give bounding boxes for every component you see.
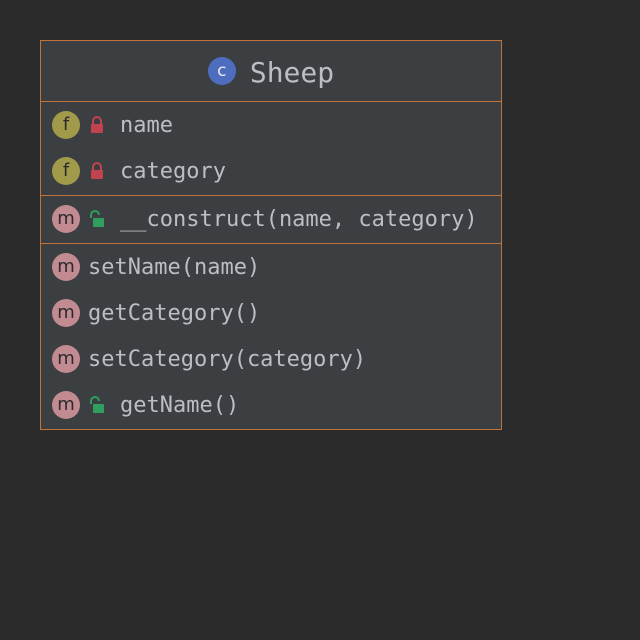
field-label: category	[120, 158, 226, 184]
method-badge-icon: m	[52, 205, 80, 233]
field-row[interactable]: f name	[41, 102, 501, 148]
class-header[interactable]: c Sheep	[41, 41, 501, 101]
class-badge-icon: c	[207, 57, 236, 85]
method-label: getName()	[120, 392, 240, 418]
lock-open-icon	[90, 210, 104, 227]
constructor-row[interactable]: m __construct(name, category)	[41, 196, 501, 242]
class-name: Sheep	[249, 55, 335, 89]
method-badge-icon: m	[52, 299, 80, 327]
lock-closed-icon	[91, 162, 103, 179]
method-row[interactable]: m getName()	[41, 382, 501, 428]
method-row[interactable]: m setCategory(category)	[41, 336, 501, 382]
method-row[interactable]: m getCategory()	[41, 290, 501, 336]
method-label: setName(name)	[88, 254, 261, 280]
method-row[interactable]: m setName(name)	[41, 244, 501, 290]
field-badge-icon: f	[52, 157, 80, 185]
method-badge-icon: m	[52, 391, 80, 419]
method-label: getCategory()	[88, 300, 261, 326]
field-row[interactable]: f category	[41, 148, 501, 194]
method-badge-icon: m	[52, 345, 80, 373]
method-label: setCategory(category)	[88, 346, 367, 372]
constructor-label: __construct(name, category)	[120, 206, 478, 232]
method-badge-icon: m	[52, 253, 80, 281]
lock-open-icon	[90, 396, 104, 413]
lock-closed-icon	[91, 116, 103, 133]
uml-class-box[interactable]: c Sheep f name f category m __construct(…	[40, 40, 502, 430]
field-badge-icon: f	[52, 111, 80, 139]
field-label: name	[120, 112, 173, 138]
